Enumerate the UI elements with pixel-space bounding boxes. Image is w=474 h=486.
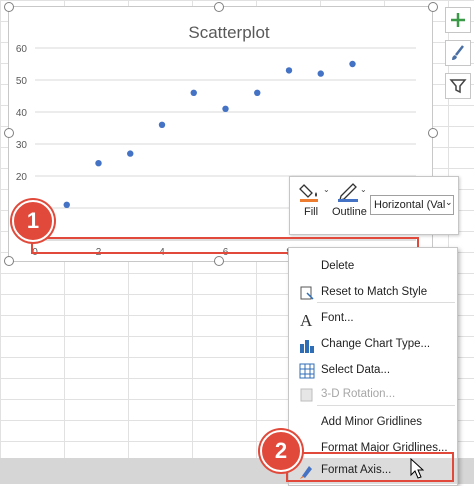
data-point [349, 60, 356, 68]
menu-item-label: Delete [321, 260, 355, 272]
fill-label: Fill [303, 206, 319, 218]
data-point [222, 105, 229, 113]
menu-item-label: Add Minor Gridlines [321, 416, 422, 428]
brush-icon [452, 45, 464, 60]
data-point [63, 201, 70, 208]
context-menu: Delete Reset to Match Style A Font... Change… [288, 247, 458, 486]
svg-text:A: A [300, 311, 313, 328]
plus-icon [451, 13, 465, 27]
rotation-icon [298, 386, 316, 404]
resize-handle-r[interactable] [428, 128, 438, 138]
menu-item-label: Font... [321, 312, 354, 324]
chart-styles-button[interactable] [445, 40, 471, 66]
font-icon: A [298, 310, 316, 330]
y-tick-label: 60 [16, 44, 28, 55]
resize-handle-b[interactable] [214, 256, 224, 266]
data-point [190, 89, 197, 97]
y-tick-label: 50 [16, 76, 28, 87]
outline-label: Outline [332, 206, 367, 218]
menu-item-change-chart-type[interactable]: Change Chart Type... [289, 332, 457, 358]
menu-item-label: 3-D Rotation... [321, 388, 396, 400]
menu-item-font[interactable]: A Font... [289, 306, 457, 332]
data-point [285, 67, 293, 74]
menu-item-label: Reset to Match Style [321, 286, 428, 298]
callout-1: 1 [12, 200, 54, 242]
chart-element-select-value: Horizontal (Val [374, 199, 446, 211]
select-chevron-down-icon[interactable]: ⌄ [445, 197, 453, 208]
resize-handle-l[interactable] [4, 128, 14, 138]
menu-item-label: Select Data... [321, 364, 391, 376]
data-point [317, 70, 324, 77]
chart-type-icon [298, 336, 316, 354]
menu-item-reset-to-match-style[interactable]: Reset to Match Style [289, 280, 457, 306]
chart-filters-button[interactable] [445, 73, 471, 99]
chart-elements-button[interactable] [445, 7, 471, 33]
fill-button[interactable]: Fill [296, 181, 326, 218]
reset-style-icon [298, 284, 316, 302]
data-point [127, 150, 134, 157]
mouse-cursor-icon [410, 458, 424, 479]
menu-item-delete[interactable]: Delete [289, 254, 457, 280]
y-tick-label: 40 [16, 108, 28, 119]
menu-item-label: Change Chart Type... [321, 338, 431, 350]
select-data-icon [298, 362, 316, 380]
paint-bucket-icon [299, 184, 318, 202]
y-tick-label: 20 [16, 172, 28, 183]
chart-element-select[interactable]: Horizontal (Val [370, 195, 454, 215]
pen-outline-icon [338, 183, 358, 202]
data-point [158, 121, 166, 128]
resize-handle-tr[interactable] [428, 2, 438, 12]
resize-handle-tl[interactable] [4, 2, 14, 12]
mini-toolbar: Fill ⌄ Outline ⌄ Horizontal (Val ⌄ [289, 176, 459, 235]
menu-item-add-minor-gridlines[interactable]: Add Minor Gridlines [289, 410, 457, 436]
menu-item-3-d-rotation[interactable]: 3-D Rotation... [289, 382, 457, 408]
callout-2: 2 [260, 430, 302, 472]
outline-dropdown-icon[interactable]: ⌄ [360, 185, 367, 194]
fill-dropdown-icon[interactable]: ⌄ [323, 185, 330, 194]
format-axis-highlight [286, 452, 454, 482]
y-tick-label: 30 [16, 140, 28, 151]
resize-handle-bl[interactable] [4, 256, 14, 266]
data-point [95, 160, 102, 167]
menu-item-select-data[interactable]: Select Data... [289, 358, 457, 384]
data-point [254, 89, 261, 97]
filter-icon [449, 79, 467, 94]
resize-handle-t[interactable] [214, 2, 224, 12]
